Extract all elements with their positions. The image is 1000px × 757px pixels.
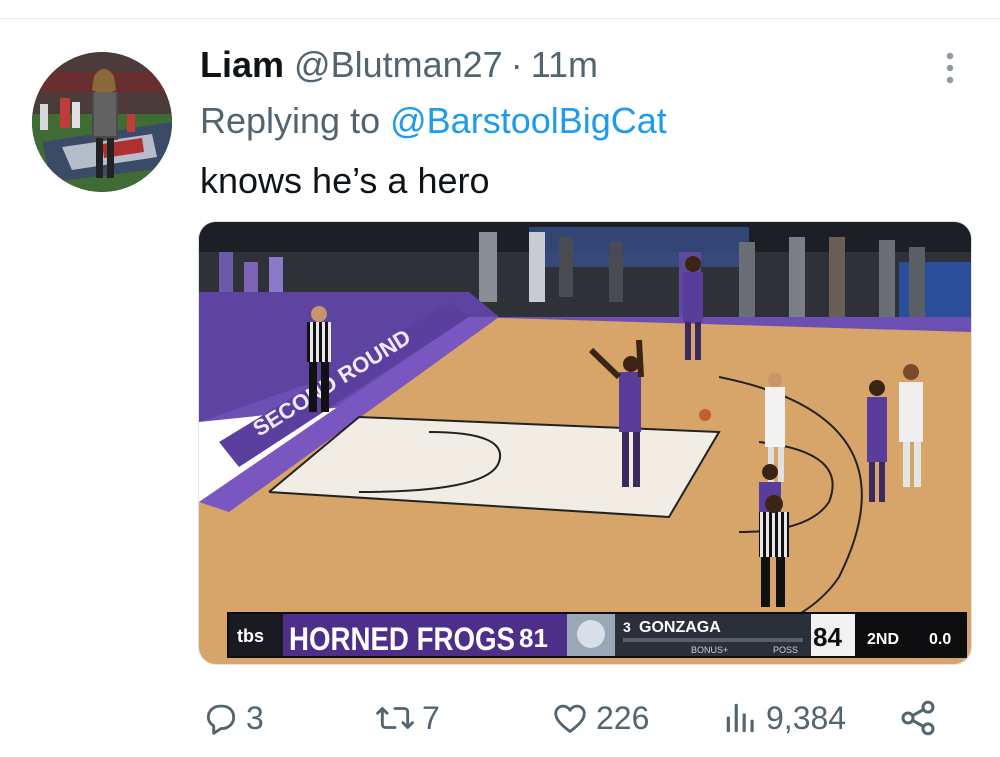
user-handle[interactable]: @Blutman27 <box>294 44 503 86</box>
reply-button[interactable]: 3 <box>202 688 264 748</box>
like-count: 226 <box>596 699 650 736</box>
tweet-actions: 3 7 226 9,384 <box>0 688 1000 748</box>
tweet-text: knows he’s a hero <box>200 160 490 201</box>
replying-to: Replying to @BarstoolBigCat <box>200 100 667 142</box>
like-icon <box>550 699 590 737</box>
team1-name: HORNED FROGS <box>289 621 515 657</box>
avatar[interactable] <box>32 52 172 192</box>
like-button[interactable]: 226 <box>550 688 649 748</box>
share-icon <box>898 698 938 738</box>
basketball <box>699 409 711 421</box>
poss-label: POSS <box>773 645 798 655</box>
view-count: 9,384 <box>766 699 847 736</box>
media-video-frame: SECOND ROUND tbs HORNED FROGS 81 3 GONZA… <box>199 222 971 664</box>
period: 2ND <box>867 631 899 648</box>
reply-count: 3 <box>246 699 264 736</box>
header-separator: · <box>510 44 523 85</box>
team1-score: 81 <box>519 623 548 653</box>
retweet-count: 7 <box>422 699 440 736</box>
top-divider <box>0 18 1000 19</box>
display-name[interactable]: Liam <box>200 44 284 86</box>
bonus-label: BONUS+ <box>691 645 728 655</box>
reply-mention-link[interactable]: @BarstoolBigCat <box>390 100 667 141</box>
team2-score: 84 <box>813 622 842 652</box>
replying-prefix: Replying to <box>200 100 381 141</box>
more-icon[interactable] <box>938 50 962 86</box>
team2-seed: 3 <box>623 619 631 635</box>
avatar-image <box>32 52 172 192</box>
share-button[interactable] <box>898 688 938 748</box>
network-logo: tbs <box>237 626 264 646</box>
scorebug: tbs HORNED FROGS 81 3 GONZAGA BONUS+ POS… <box>227 612 967 658</box>
views-icon <box>722 699 760 737</box>
retweet-button[interactable]: 7 <box>374 688 440 748</box>
game-clock: 0.0 <box>929 631 951 648</box>
tweet-timestamp[interactable]: 11m <box>531 44 598 86</box>
team2-name: GONZAGA <box>639 619 721 636</box>
views-button[interactable]: 9,384 <box>722 688 846 748</box>
tweet-media[interactable]: SECOND ROUND tbs HORNED FROGS 81 3 GONZA… <box>198 221 972 665</box>
reply-icon <box>202 699 240 737</box>
retweet-icon <box>374 699 416 737</box>
tweet-header: Liam @Blutman27 · 11m <box>200 44 598 92</box>
